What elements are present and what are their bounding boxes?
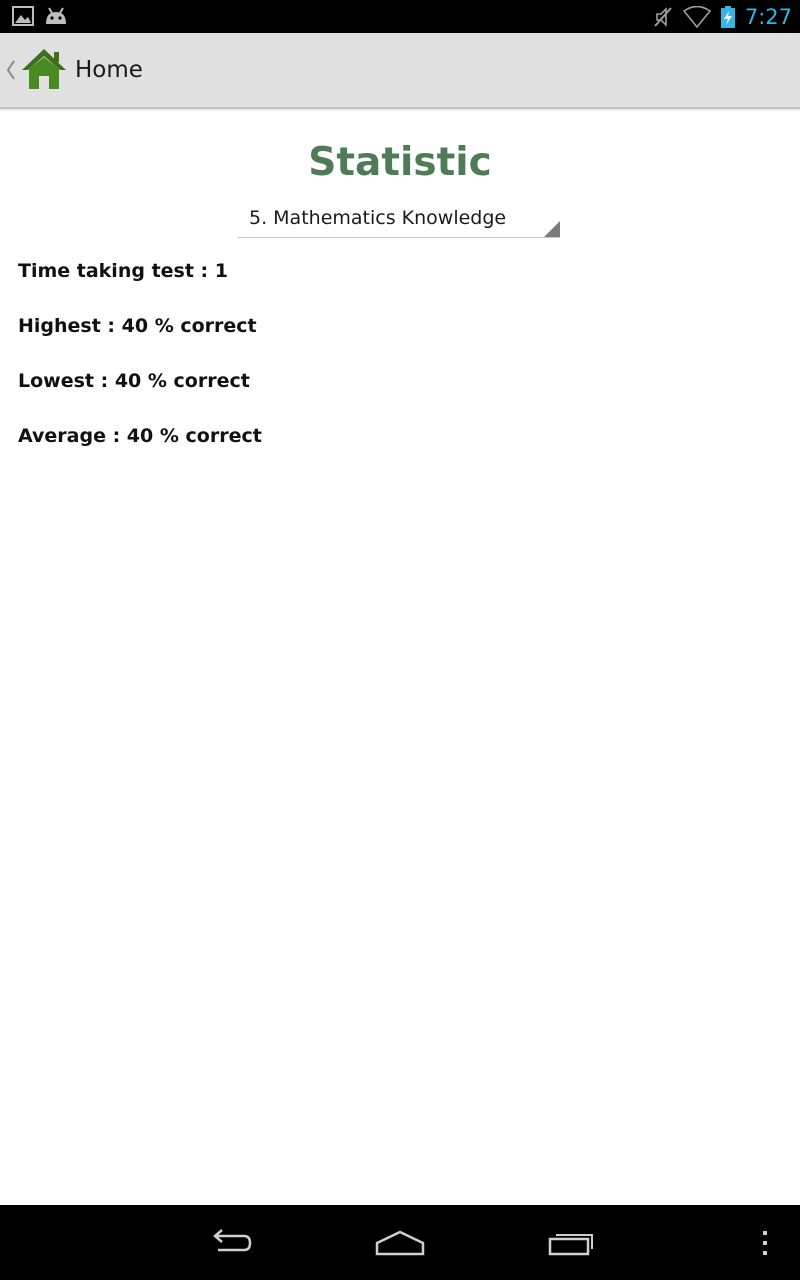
status-bar: 7:27 (0, 0, 800, 33)
chevron-left-icon (6, 60, 15, 80)
screen: 7:27 Home Statistic 5. Mathematics Knowl… (0, 0, 800, 1280)
back-icon (213, 1228, 252, 1251)
overflow-menu-icon (763, 1230, 767, 1255)
nav-recents-button[interactable] (517, 1205, 627, 1280)
subject-spinner-value: 5. Mathematics Knowledge (249, 207, 507, 229)
muted-icon (654, 6, 672, 27)
android-icon (46, 7, 66, 24)
dropdown-triangle-icon (544, 221, 560, 237)
up-button[interactable]: Home (0, 33, 150, 107)
stat-average: Average : 40 % correct (18, 425, 262, 447)
battery-charging-icon (720, 5, 735, 28)
stat-highest: Highest : 40 % correct (18, 315, 257, 337)
wifi-icon (682, 5, 711, 28)
nav-home-button[interactable] (345, 1205, 455, 1280)
page-title: Statistic (308, 140, 492, 185)
stat-times-taking-test: Time taking test : 1 (18, 260, 228, 282)
navigation-bar (0, 1205, 800, 1280)
action-bar-title: Home (75, 57, 143, 83)
recents-icon (548, 1233, 593, 1255)
nav-menu-button[interactable] (740, 1205, 790, 1280)
nav-back-button[interactable] (175, 1205, 285, 1280)
home-outline-icon (375, 1230, 425, 1255)
stat-lowest: Lowest : 40 % correct (18, 370, 250, 392)
gallery-icon (12, 6, 34, 26)
action-bar: Home (0, 33, 800, 109)
clock: 7:27 (744, 4, 792, 29)
home-icon (22, 49, 66, 89)
subject-spinner[interactable]: 5. Mathematics Knowledge (238, 200, 560, 238)
